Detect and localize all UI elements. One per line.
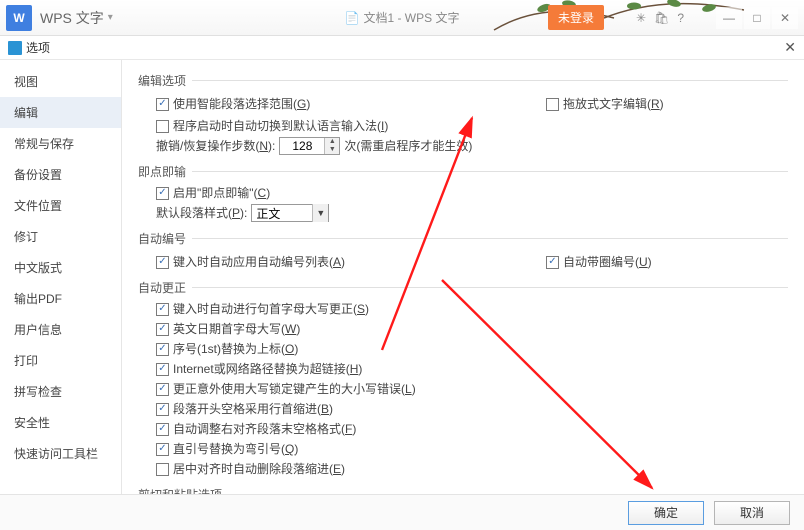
sidebar-item-0[interactable]: 视图 bbox=[0, 66, 121, 97]
sidebar-item-4[interactable]: 文件位置 bbox=[0, 190, 121, 221]
sidebar-item-10[interactable]: 拼写检查 bbox=[0, 376, 121, 407]
checkbox-autocorrect-3[interactable] bbox=[156, 363, 169, 376]
dialog-body: 视图编辑常规与保存备份设置文件位置修订中文版式输出PDF用户信息打印拼写检查安全… bbox=[0, 60, 804, 530]
checkbox-circle-number[interactable] bbox=[546, 256, 559, 269]
sidebar-item-12[interactable]: 快速访问工具栏 bbox=[0, 438, 121, 469]
dialog-close-button[interactable]: ✕ bbox=[784, 39, 796, 56]
label-auto-number-list: 键入时自动应用自动编号列表(A) bbox=[173, 253, 345, 271]
options-sidebar: 视图编辑常规与保存备份设置文件位置修订中文版式输出PDF用户信息打印拼写检查安全… bbox=[0, 60, 122, 530]
checkbox-autocorrect-2[interactable] bbox=[156, 343, 169, 356]
minimize-button[interactable]: — bbox=[716, 7, 742, 29]
label-autocorrect-1: 英文日期首字母大写(W) bbox=[173, 320, 300, 338]
section-edit-options: 编辑选项 bbox=[138, 72, 186, 89]
label-autocorrect-5: 段落开头空格采用行首缩进(B) bbox=[173, 400, 333, 418]
spin-up-icon[interactable]: ▲ bbox=[325, 138, 339, 146]
label-smart-paragraph: 使用智能段落选择范围(G) bbox=[173, 95, 310, 113]
help-icon[interactable]: ? bbox=[677, 11, 684, 25]
dialog-app-icon bbox=[8, 41, 22, 55]
section-auto-number: 自动编号 bbox=[138, 230, 186, 247]
checkbox-smart-paragraph[interactable] bbox=[156, 98, 169, 111]
cart-icon[interactable]: 🛍 bbox=[654, 11, 669, 25]
label-autocorrect-4: 更正意外使用大写锁定键产生的大小写错误(L) bbox=[173, 380, 416, 398]
section-click-type: 即点即输 bbox=[138, 163, 186, 180]
label-default-style: 默认段落样式(P): bbox=[156, 204, 247, 222]
sidebar-item-8[interactable]: 用户信息 bbox=[0, 314, 121, 345]
section-auto-correct: 自动更正 bbox=[138, 279, 186, 296]
checkbox-enable-click-type[interactable] bbox=[156, 187, 169, 200]
app-dropdown-icon[interactable]: ▾ bbox=[108, 12, 113, 23]
app-name: WPS 文字 bbox=[40, 8, 104, 28]
close-window-button[interactable]: ✕ bbox=[772, 7, 798, 29]
sidebar-item-6[interactable]: 中文版式 bbox=[0, 252, 121, 283]
cancel-button[interactable]: 取消 bbox=[714, 501, 790, 525]
dialog-title: 选项 bbox=[26, 39, 50, 56]
checkbox-autocorrect-8[interactable] bbox=[156, 463, 169, 476]
document-title: 📄 文档1 - WPS 文字 bbox=[345, 9, 460, 26]
undo-steps-spinbox[interactable]: ▲▼ bbox=[279, 137, 340, 155]
doc-icon: 📄 bbox=[345, 11, 360, 25]
label-autocorrect-8: 居中对齐时自动删除段落缩进(E) bbox=[173, 460, 345, 478]
label-auto-switch-ime: 程序启动时自动切换到默认语言输入法(I) bbox=[173, 117, 388, 135]
sidebar-item-3[interactable]: 备份设置 bbox=[0, 159, 121, 190]
label-autocorrect-0: 键入时自动进行句首字母大写更正(S) bbox=[173, 300, 369, 318]
checkbox-autocorrect-4[interactable] bbox=[156, 383, 169, 396]
titlebar-icon-group: ✳ 🛍 ? bbox=[636, 11, 684, 25]
checkbox-autocorrect-0[interactable] bbox=[156, 303, 169, 316]
checkbox-autocorrect-6[interactable] bbox=[156, 423, 169, 436]
app-logo-icon: W bbox=[6, 5, 32, 31]
sidebar-item-7[interactable]: 输出PDF bbox=[0, 283, 121, 314]
chevron-down-icon[interactable]: ▼ bbox=[312, 204, 328, 222]
sidebar-item-5[interactable]: 修订 bbox=[0, 221, 121, 252]
dialog-footer: 确定 取消 bbox=[0, 494, 804, 530]
checkbox-autocorrect-1[interactable] bbox=[156, 323, 169, 336]
window-controls: — □ ✕ bbox=[716, 7, 798, 29]
spin-down-icon[interactable]: ▼ bbox=[325, 146, 339, 154]
label-autocorrect-2: 序号(1st)替换为上标(O) bbox=[173, 340, 298, 358]
undo-steps-input[interactable] bbox=[280, 139, 324, 153]
label-drag-text: 拖放式文字编辑(R) bbox=[563, 95, 664, 113]
options-content-edit: 编辑选项 使用智能段落选择范围(G) 拖放式文字编辑(R) 程序 bbox=[122, 60, 804, 530]
sidebar-item-2[interactable]: 常规与保存 bbox=[0, 128, 121, 159]
label-circle-number: 自动带圈编号(U) bbox=[563, 253, 652, 271]
checkbox-autocorrect-7[interactable] bbox=[156, 443, 169, 456]
label-enable-click-type: 启用"即点即输"(C) bbox=[173, 184, 270, 202]
sidebar-item-9[interactable]: 打印 bbox=[0, 345, 121, 376]
ok-button[interactable]: 确定 bbox=[628, 501, 704, 525]
maximize-button[interactable]: □ bbox=[744, 7, 770, 29]
label-autocorrect-3: Internet或网络路径替换为超链接(H) bbox=[173, 360, 362, 378]
label-undo-suffix: 次(需重启程序才能生效) bbox=[344, 137, 472, 155]
app-titlebar: W WPS 文字 ▾ 📄 文档1 - WPS 文字 未登录 ✳ 🛍 ? — □ … bbox=[0, 0, 804, 36]
checkbox-autocorrect-5[interactable] bbox=[156, 403, 169, 416]
checkbox-auto-switch-ime[interactable] bbox=[156, 120, 169, 133]
dialog-header: 选项 ✕ bbox=[0, 36, 804, 60]
sidebar-item-1[interactable]: 编辑 bbox=[0, 97, 121, 128]
sidebar-item-11[interactable]: 安全性 bbox=[0, 407, 121, 438]
default-style-combo[interactable]: ▼ bbox=[251, 204, 329, 222]
label-autocorrect-7: 直引号替换为弯引号(Q) bbox=[173, 440, 298, 458]
checkbox-drag-text[interactable] bbox=[546, 98, 559, 111]
default-style-value[interactable] bbox=[252, 206, 312, 220]
gift-icon[interactable]: ✳ bbox=[636, 11, 646, 25]
login-button[interactable]: 未登录 bbox=[548, 5, 604, 30]
label-undo-steps: 撤销/恢复操作步数(N): bbox=[156, 137, 275, 155]
checkbox-auto-number-list[interactable] bbox=[156, 256, 169, 269]
label-autocorrect-6: 自动调整右对齐段落末空格格式(F) bbox=[173, 420, 356, 438]
